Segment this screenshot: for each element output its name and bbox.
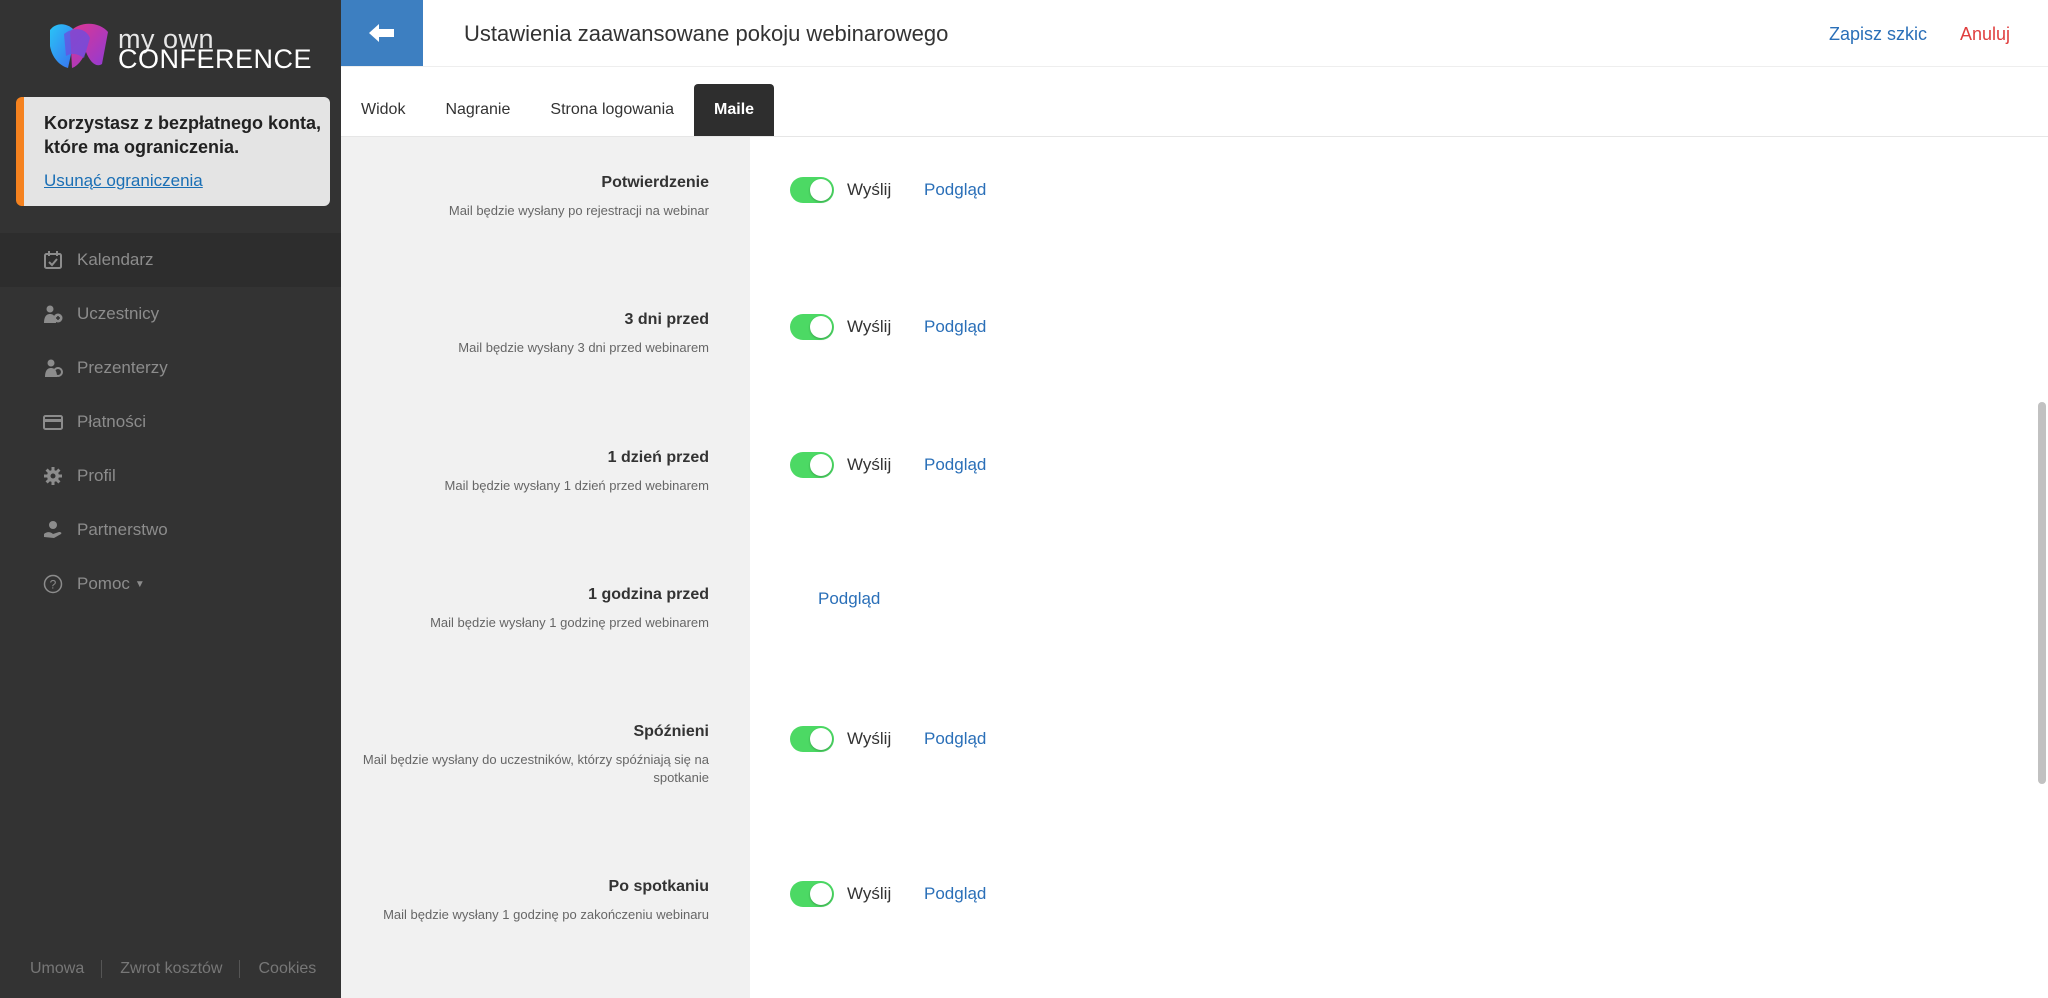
participants-icon [42, 303, 64, 325]
tab-strona-logowania[interactable]: Strona logowania [530, 84, 694, 136]
sidebar-item-kalendarz[interactable]: Kalendarz [0, 233, 341, 287]
notice-text: Korzystasz z bezpłatnego konta, które ma… [44, 113, 322, 157]
footer-link-zwrot-kosztow[interactable]: Zwrot kosztów [102, 960, 239, 978]
mail-title: Potwierdzenie [601, 174, 709, 191]
sidebar-item-platnosci[interactable]: Płatności [0, 395, 341, 449]
save-draft-button[interactable]: Zapisz szkic [1829, 24, 1927, 45]
presenters-icon [42, 357, 64, 379]
sidebar-item-pomoc[interactable]: ? Pomoc ▼ [0, 557, 341, 611]
credit-card-icon [42, 411, 64, 433]
sidebar-footer: Umowa Zwrot kosztów Cookies [0, 954, 341, 984]
preview-link-1-godzina-przed[interactable]: Podgląd [818, 589, 880, 609]
gear-icon [42, 465, 64, 487]
cancel-button[interactable]: Anuluj [1960, 24, 2010, 45]
sidebar-nav: Kalendarz Uczestnicy Prezenterzy Płatnoś… [0, 233, 341, 611]
logo-text-conference: CONFERENCE [118, 44, 313, 74]
send-toggle-spoznieni[interactable] [790, 726, 834, 752]
mail-title: Spóźnieni [633, 723, 709, 740]
mail-description: Mail będzie wysłany po rejestracji na we… [448, 203, 709, 218]
sidebar-item-prezenterzy[interactable]: Prezenterzy [0, 341, 341, 395]
send-label: Wyślij [847, 455, 892, 474]
tab-maile[interactable]: Maile [694, 84, 775, 136]
settings-tabs: Widok Nagranie Strona logowania Maile [341, 84, 775, 136]
mail-row-label: 3 dni przed Mail będzie wysłany 3 dni pr… [329, 311, 709, 357]
sidebar-item-uczestnicy[interactable]: Uczestnicy [0, 287, 341, 341]
mail-row-label: 1 godzina przed Mail będzie wysłany 1 go… [329, 586, 709, 632]
mail-row-label: Spóźnieni Mail będzie wysłany do uczestn… [329, 723, 709, 787]
remove-limits-link[interactable]: Usunąć ograniczenia [44, 171, 203, 191]
mail-description: Mail będzie wysłany 3 dni przed webinare… [458, 340, 709, 355]
preview-link-potwierdzenie[interactable]: Podgląd [924, 180, 986, 200]
partnership-icon [42, 519, 64, 541]
header-divider [341, 66, 2048, 67]
sidebar-item-label: Profil [77, 466, 116, 485]
preview-link-po-spotkaniu[interactable]: Podgląd [924, 884, 986, 904]
sidebar-item-label: Uczestnicy [77, 304, 160, 323]
mail-row-label: 1 dzień przed Mail będzie wysłany 1 dzie… [329, 449, 709, 495]
mail-description: Mail będzie wysłany 1 godzinę po zakończ… [383, 907, 709, 922]
sidebar-item-label: Pomoc [77, 574, 130, 593]
send-label: Wyślij [847, 317, 892, 336]
preview-link-3-dni-przed[interactable]: Podgląd [924, 317, 986, 337]
arrow-left-icon [369, 24, 394, 42]
send-toggle-3-dni-przed[interactable] [790, 314, 834, 340]
send-label: Wyślij [847, 729, 892, 748]
sidebar-item-label: Partnerstwo [77, 520, 168, 539]
mail-title: 1 godzina przed [588, 586, 709, 603]
caret-down-icon: ▼ [134, 578, 145, 590]
help-icon: ? [42, 573, 64, 595]
mail-title: 1 dzień przed [607, 449, 709, 466]
preview-link-1-dzien-przed[interactable]: Podgląd [924, 455, 986, 475]
page-title: Ustawienia zaawansowane pokoju webinarow… [464, 21, 949, 46]
mail-title: Po spotkaniu [608, 878, 709, 895]
preview-link-spoznieni[interactable]: Podgląd [924, 729, 986, 749]
footer-link-cookies[interactable]: Cookies [240, 960, 333, 978]
calendar-icon [42, 249, 64, 271]
logo-icon [50, 23, 108, 68]
sidebar-item-label: Kalendarz [77, 250, 154, 269]
svg-text:?: ? [50, 578, 57, 592]
send-toggle-po-spotkaniu[interactable] [790, 881, 834, 907]
footer-link-umowa[interactable]: Umowa [0, 960, 101, 978]
sidebar-item-label: Płatności [77, 412, 146, 431]
sidebar-item-profil[interactable]: Profil [0, 449, 341, 503]
tab-widok[interactable]: Widok [341, 84, 425, 136]
send-toggle-1-dzien-przed[interactable] [790, 452, 834, 478]
vertical-scrollbar[interactable] [2038, 402, 2046, 784]
sidebar-item-partnerstwo[interactable]: Partnerstwo [0, 503, 341, 557]
send-label: Wyślij [847, 884, 892, 903]
tab-nagranie[interactable]: Nagranie [425, 84, 530, 136]
free-account-notice: Korzystasz z bezpłatnego konta, które ma… [16, 97, 330, 206]
mail-row-label: Po spotkaniu Mail będzie wysłany 1 godzi… [329, 878, 709, 924]
mail-description: Mail będzie wysłany 1 dzień przed webina… [444, 478, 709, 493]
send-toggle-potwierdzenie[interactable] [790, 177, 834, 203]
send-label: Wyślij [847, 180, 892, 199]
mail-title: 3 dni przed [624, 311, 709, 328]
sidebar-item-label: Prezenterzy [77, 358, 168, 377]
back-button[interactable] [341, 0, 423, 66]
mail-description: Mail będzie wysłany do uczestników, któr… [362, 752, 709, 785]
sidebar: my own CONFERENCE Korzystasz z bezpłatne… [0, 0, 341, 998]
mail-description: Mail będzie wysłany 1 godzinę przed webi… [430, 615, 709, 630]
logo[interactable]: my own CONFERENCE [46, 18, 312, 78]
mail-labels-column [341, 137, 750, 998]
mail-row-label: Potwierdzenie Mail będzie wysłany po rej… [329, 174, 709, 220]
